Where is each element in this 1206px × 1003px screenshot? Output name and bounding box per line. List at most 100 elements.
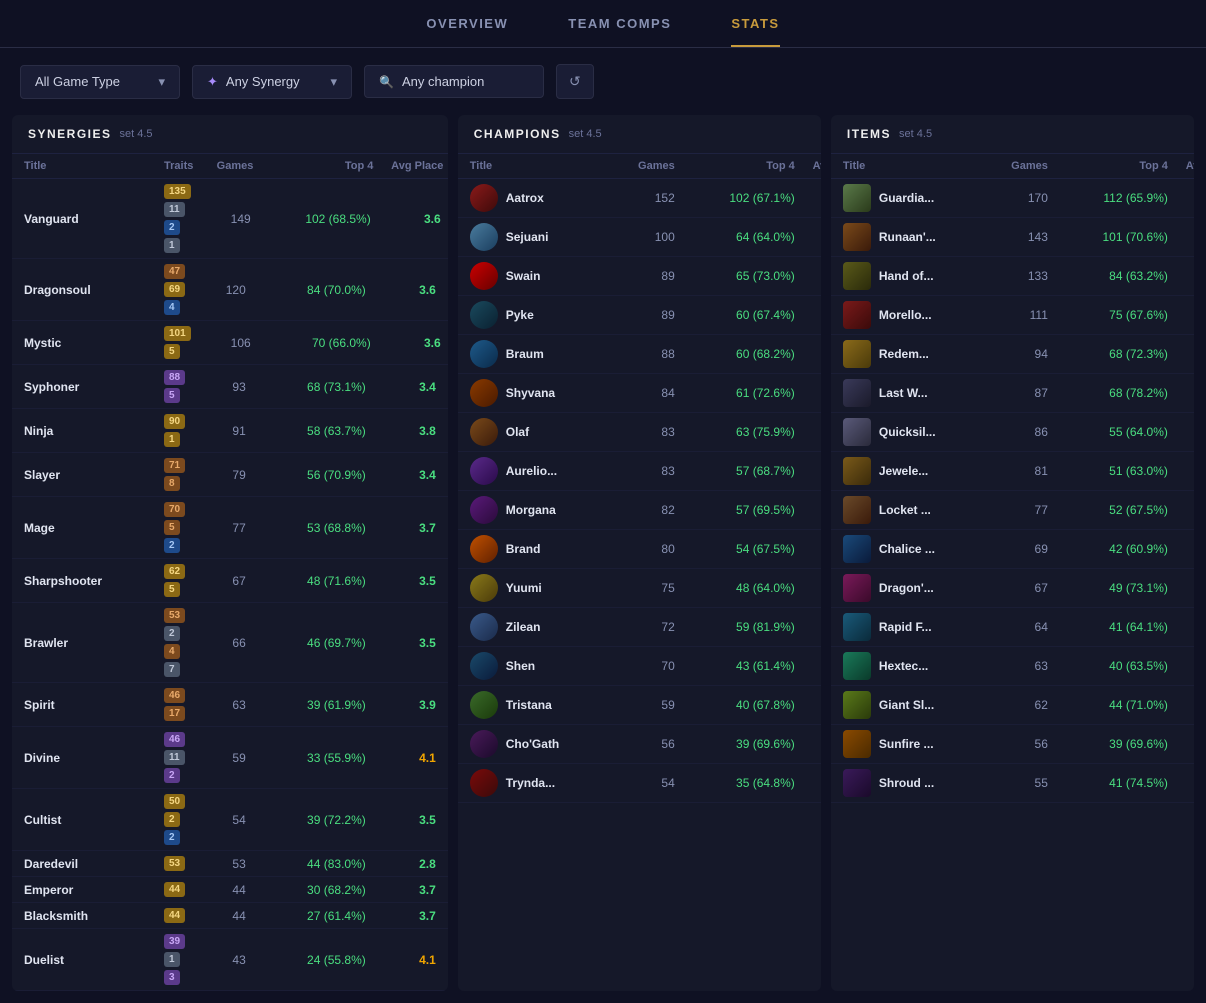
row-games: 88 (620, 347, 675, 361)
row-title: Last W... (879, 386, 928, 400)
row-top4: 61 (72.6%) (675, 386, 795, 400)
table-row[interactable]: Syphoner 885 93 68 (73.1%) 3.4 (12, 365, 448, 409)
table-row[interactable]: Brawler 53247 66 46 (69.7%) 3.5 (12, 603, 448, 683)
table-row[interactable]: Cultist 5022 54 39 (72.2%) 3.5 (12, 789, 448, 851)
game-type-select[interactable]: All Game Type ▾ (20, 65, 180, 99)
nav-team-comps[interactable]: TEAM COMPS (568, 16, 671, 47)
trait-badge: 69 (164, 282, 185, 297)
row-games: 77 (186, 521, 246, 535)
table-row[interactable]: Last W... 87 68 (78.2%) 3.1 (831, 374, 1194, 413)
table-row[interactable]: Brand 80 54 (67.5%) 3.7 (458, 530, 821, 569)
table-row[interactable]: Hextec... 63 40 (63.5%) 4.1 (831, 647, 1194, 686)
table-row[interactable]: Ninja 901 91 58 (63.7%) 3.8 (12, 409, 448, 453)
item-cell: Giant Sl... (843, 691, 993, 719)
row-top4: 84 (70.0%) (246, 283, 366, 297)
row-games: 106 (191, 336, 251, 350)
trait-badge: 2 (164, 812, 180, 827)
row-top4: 39 (61.9%) (246, 698, 366, 712)
row-title: Chalice ... (879, 542, 935, 556)
table-row[interactable]: Hand of... 133 84 (63.2%) 3.9 (831, 257, 1194, 296)
table-row[interactable]: Swain 89 65 (73.0%) 3.4 (458, 257, 821, 296)
champions-panel: CHAMPIONS set 4.5 Title Games Top 4 Avg … (458, 115, 821, 991)
table-row[interactable]: Morello... 111 75 (67.6%) 3.6 (831, 296, 1194, 335)
table-row[interactable]: Emperor 44 44 30 (68.2%) 3.7 (12, 877, 448, 903)
row-games: 54 (186, 813, 246, 827)
table-row[interactable]: Runaan'... 143 101 (70.6%) 3.5 (831, 218, 1194, 257)
row-avg: 3.3 (1168, 347, 1194, 361)
col-games: Games (993, 160, 1048, 172)
row-avg: 3.5 (795, 503, 821, 517)
table-row[interactable]: Divine 46112 59 33 (55.9%) 4.1 (12, 727, 448, 789)
synergy-select[interactable]: ✦ Any Synergy ▾ (192, 65, 352, 99)
row-top4: 48 (64.0%) (675, 581, 795, 595)
table-row[interactable]: Mystic 1015 106 70 (66.0%) 3.6 (12, 321, 448, 365)
row-title: Dragon'... (879, 581, 934, 595)
table-row[interactable]: Slayer 718 79 56 (70.9%) 3.4 (12, 453, 448, 497)
table-row[interactable]: Tristana 59 40 (67.8%) 3.8 (458, 686, 821, 725)
table-row[interactable]: Blacksmith 44 44 27 (61.4%) 3.7 (12, 903, 448, 929)
trait-badge: 2 (164, 220, 180, 235)
row-title: Quicksil... (879, 425, 936, 439)
row-top4: 39 (69.6%) (1048, 737, 1168, 751)
row-title: Aurelio... (506, 464, 557, 478)
table-row[interactable]: Quicksil... 86 55 (64.0%) 3.8 (831, 413, 1194, 452)
row-title: Redem... (879, 347, 929, 361)
item-cell: Last W... (843, 379, 993, 407)
table-row[interactable]: Cho'Gath 56 39 (69.6%) 3.5 (458, 725, 821, 764)
table-row[interactable]: Olaf 83 63 (75.9%) 3.2 (458, 413, 821, 452)
row-games: 111 (993, 308, 1048, 322)
table-row[interactable]: Sejuani 100 64 (64.0%) 3.7 (458, 218, 821, 257)
row-games: 54 (620, 776, 675, 790)
game-type-chevron-icon: ▾ (158, 74, 165, 90)
table-row[interactable]: Chalice ... 69 42 (60.9%) 3.9 (831, 530, 1194, 569)
table-row[interactable]: Dragon'... 67 49 (73.1%) 3.4 (831, 569, 1194, 608)
table-row[interactable]: Morgana 82 57 (69.5%) 3.5 (458, 491, 821, 530)
row-top4: 35 (64.8%) (675, 776, 795, 790)
row-games: 56 (620, 737, 675, 751)
table-row[interactable]: Aatrox 152 102 (67.1%) 3.7 (458, 179, 821, 218)
nav-stats[interactable]: STATS (731, 16, 779, 47)
game-type-label: All Game Type (35, 74, 120, 89)
table-row[interactable]: Zilean 72 59 (81.9%) 2.9 (458, 608, 821, 647)
row-games: 63 (993, 659, 1048, 673)
table-row[interactable]: Locket ... 77 52 (67.5%) 3.5 (831, 491, 1194, 530)
col-games: Games (193, 160, 253, 172)
row-title: Yuumi (506, 581, 542, 595)
row-avg: 3.4 (1168, 581, 1194, 595)
table-row[interactable]: Mage 7052 77 53 (68.8%) 3.7 (12, 497, 448, 559)
table-row[interactable]: Guardia... 170 112 (65.9%) 3.7 (831, 179, 1194, 218)
trait-badge: 39 (164, 934, 185, 949)
table-row[interactable]: Duelist 3913 43 24 (55.8%) 4.1 (12, 929, 448, 991)
table-row[interactable]: Trynda... 54 35 (64.8%) 3.8 (458, 764, 821, 803)
table-row[interactable]: Redem... 94 68 (72.3%) 3.3 (831, 335, 1194, 374)
trait-badge: 11 (164, 750, 185, 765)
table-row[interactable]: Shroud ... 55 41 (74.5%) 3.5 (831, 764, 1194, 803)
table-row[interactable]: Sharpshooter 625 67 48 (71.6%) 3.5 (12, 559, 448, 603)
synergies-table: Vanguard 1351121 149 102 (68.5%) 3.6 Dra… (12, 179, 448, 991)
table-row[interactable]: Dragonsoul 47694 120 84 (70.0%) 3.6 (12, 259, 448, 321)
table-row[interactable]: Rapid F... 64 41 (64.1%) 4 (831, 608, 1194, 647)
table-row[interactable]: Aurelio... 83 57 (68.7%) 3.7 (458, 452, 821, 491)
refresh-button[interactable]: ↺ (556, 64, 594, 99)
table-row[interactable]: Sunfire ... 56 39 (69.6%) 3.7 (831, 725, 1194, 764)
nav-overview[interactable]: OVERVIEW (426, 16, 508, 47)
row-avg: 2.9 (795, 620, 821, 634)
row-games: 80 (620, 542, 675, 556)
row-avg: 3.2 (795, 425, 821, 439)
trait-badge: 2 (164, 538, 180, 553)
table-row[interactable]: Pyke 89 60 (67.4%) 3.6 (458, 296, 821, 335)
table-row[interactable]: Yuumi 75 48 (64.0%) 3.7 (458, 569, 821, 608)
table-row[interactable]: Shyvana 84 61 (72.6%) 3.6 (458, 374, 821, 413)
champion-input[interactable]: 🔍 Any champion (364, 65, 544, 98)
table-row[interactable]: Giant Sl... 62 44 (71.0%) 3.6 (831, 686, 1194, 725)
table-row[interactable]: Vanguard 1351121 149 102 (68.5%) 3.6 (12, 179, 448, 259)
champions-title: CHAMPIONS (474, 127, 561, 141)
table-row[interactable]: Jewele... 81 51 (63.0%) 3.8 (831, 452, 1194, 491)
table-row[interactable]: Shen 70 43 (61.4%) 3.9 (458, 647, 821, 686)
row-top4: 57 (68.7%) (675, 464, 795, 478)
table-row[interactable]: Braum 88 60 (68.2%) 3.7 (458, 335, 821, 374)
table-row[interactable]: Daredevil 53 53 44 (83.0%) 2.8 (12, 851, 448, 877)
table-row[interactable]: Spirit 4617 63 39 (61.9%) 3.9 (12, 683, 448, 727)
row-avg: 3.8 (366, 424, 436, 438)
trait-badge: 2 (164, 626, 180, 641)
